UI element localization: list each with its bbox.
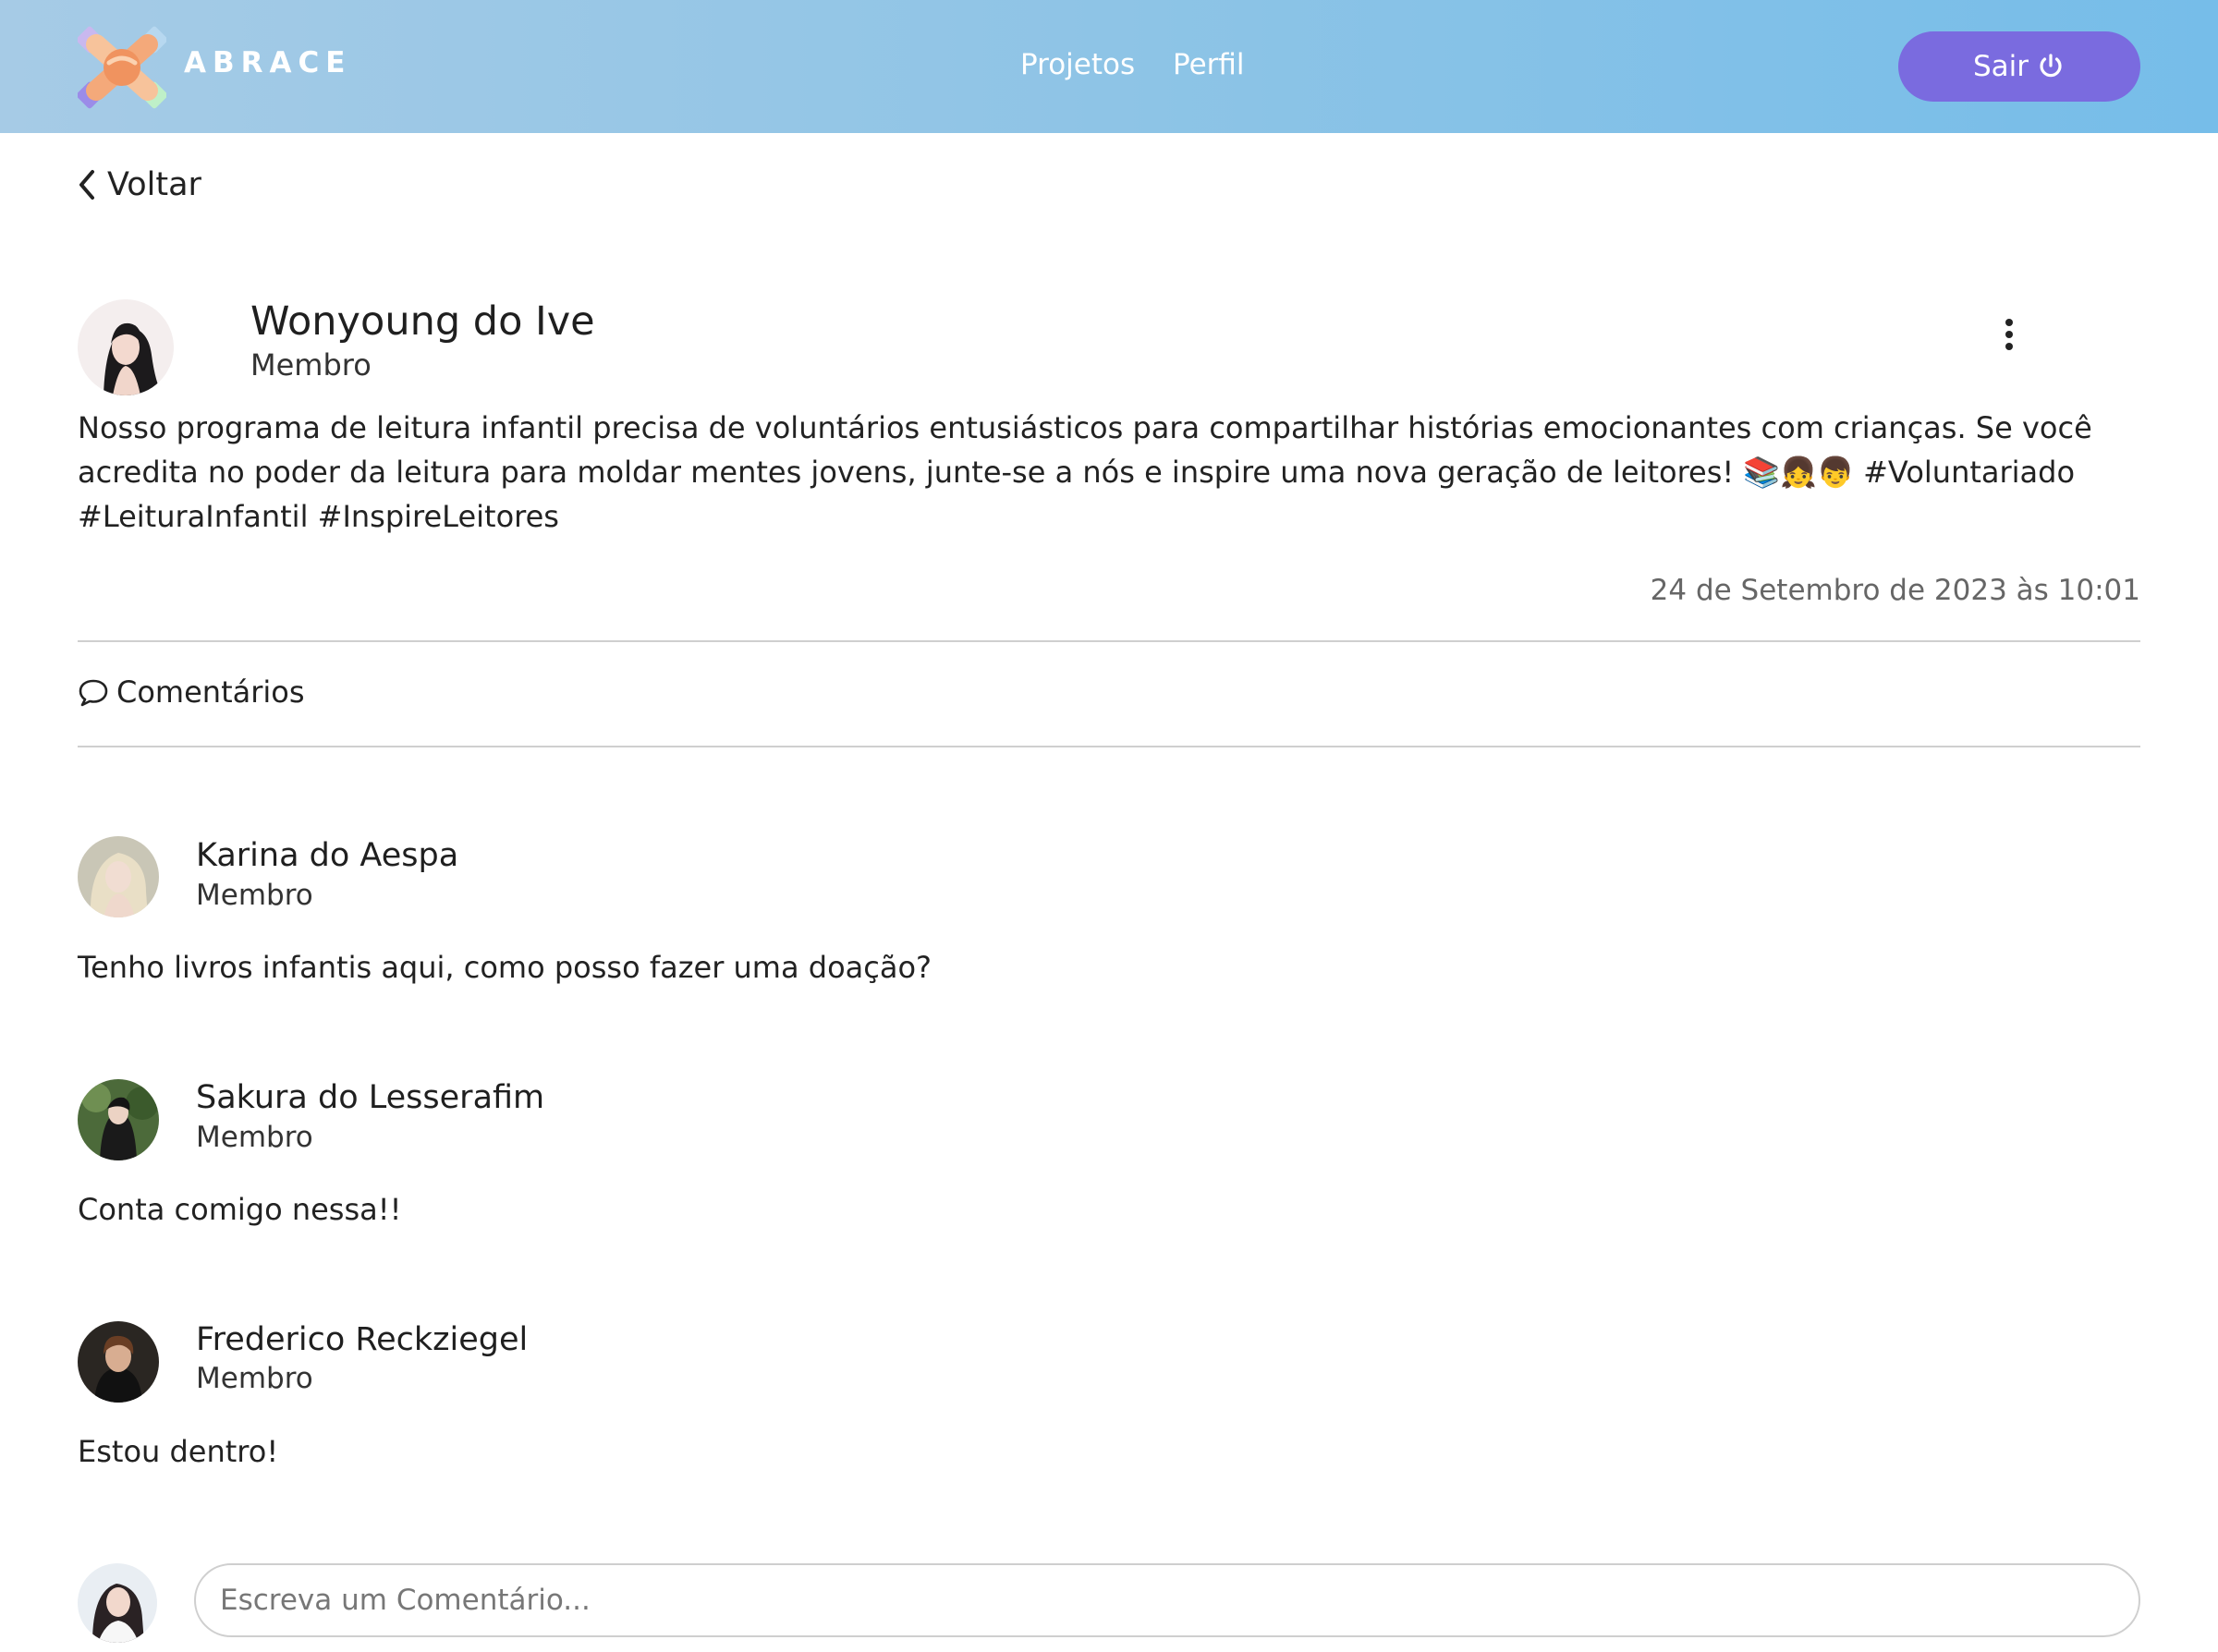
comment-author-name[interactable]: Frederico Reckziegel [196,1319,528,1360]
more-vertical-icon [2005,319,2013,350]
back-label: Voltar [107,166,201,203]
comment-text: Conta comigo nessa!! [78,1192,402,1227]
comment-avatar[interactable] [78,836,159,917]
logout-button[interactable]: Sair [1898,31,2140,102]
comment-text: Estou dentro! [78,1434,279,1469]
post-body-text: Nosso programa de leitura infantil preci… [78,410,2092,534]
comment-author-name[interactable]: Sakura do Lesserafim [196,1077,544,1118]
power-icon [2040,54,2062,78]
abrace-logo[interactable] [76,26,168,109]
brand-name: ABRACE [184,46,352,79]
comment-author-role: Membro [196,1362,313,1395]
nav-link-projetos[interactable]: Projetos [1020,45,1135,84]
post-author-role: Membro [250,347,372,383]
comment-icon [79,679,108,707]
divider-top [78,640,2140,642]
comment-author-name[interactable]: Karina do Aespa [196,835,458,876]
post-author-avatar[interactable] [78,299,174,395]
comment-author-role: Membro [196,879,313,912]
logout-button-label: Sair [1972,50,2029,83]
top-navbar: ABRACE Projetos Perfil Sair [0,0,2218,133]
post-author-name[interactable]: Wonyoung do Ive [250,298,595,346]
comment-author-role: Membro [196,1121,313,1154]
comment-avatar[interactable] [78,1079,159,1160]
nav-link-perfil[interactable]: Perfil [1173,45,1245,84]
back-link[interactable]: Voltar [76,166,201,203]
chevron-left-icon [79,170,94,200]
current-user-avatar[interactable] [78,1563,157,1643]
comment-text: Tenho livros infantis aqui, como posso f… [78,950,932,985]
post-timestamp: 24 de Setembro de 2023 às 10:01 [1650,574,2140,607]
divider-bottom [78,746,2140,747]
comment-avatar[interactable] [78,1321,159,1403]
comments-label: Comentários [116,674,305,710]
comment-input[interactable] [194,1563,2140,1637]
post-options-button[interactable] [1996,316,2022,357]
comments-header: Comentários [78,674,305,710]
